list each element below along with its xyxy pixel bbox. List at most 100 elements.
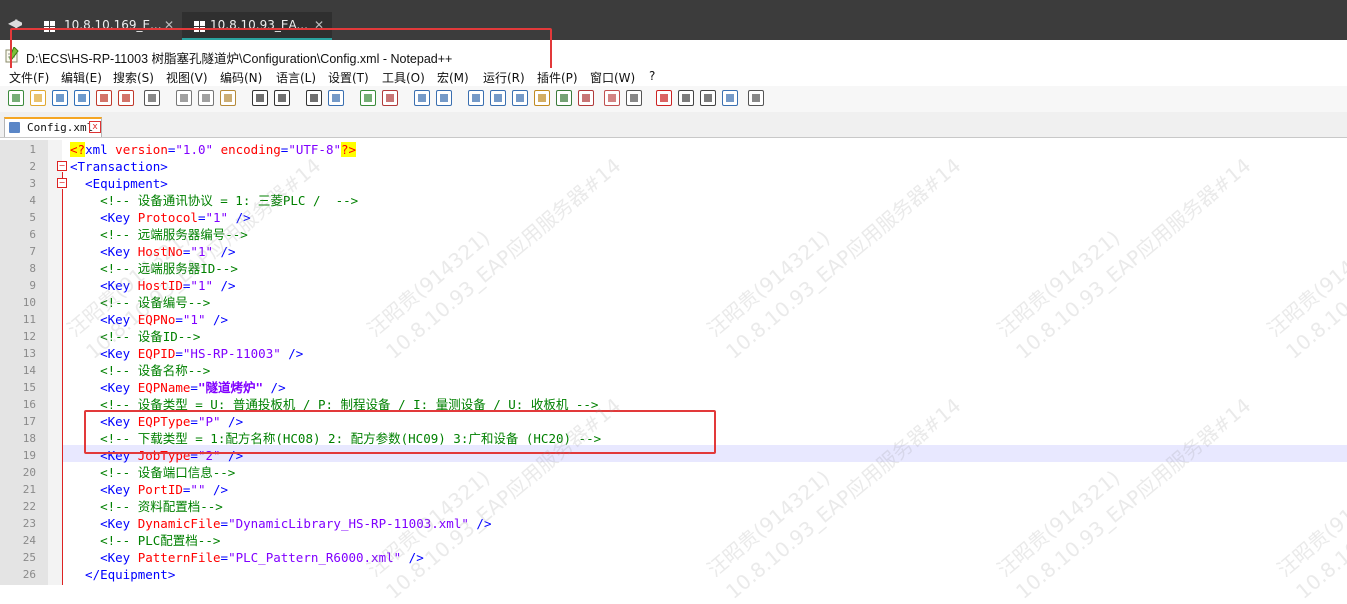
code-token-tag: /> bbox=[213, 244, 236, 259]
code-line[interactable]: <Key DynamicFile="DynamicLibrary_HS-RP-1… bbox=[70, 515, 491, 532]
fold-collapse-icon[interactable]: − bbox=[57, 178, 67, 188]
sync-horizontal-icon[interactable] bbox=[436, 90, 452, 106]
code-line[interactable]: <!-- 设备ID--> bbox=[70, 328, 200, 345]
code-line[interactable]: <!-- 远端服务器ID--> bbox=[70, 260, 238, 277]
find-icon[interactable] bbox=[306, 90, 322, 106]
code-token-tag: <Key bbox=[70, 380, 138, 395]
line-number: 16 bbox=[22, 398, 36, 411]
line-number: 14 bbox=[22, 364, 36, 377]
code-line[interactable]: </Equipment> bbox=[70, 566, 175, 583]
word-wrap-icon[interactable] bbox=[468, 90, 484, 106]
function-list-icon[interactable] bbox=[578, 90, 594, 106]
menu-file[interactable]: 文件(F) bbox=[9, 69, 49, 86]
code-token-pi: ?> bbox=[341, 142, 357, 157]
code-line[interactable]: <Key EQPID="HS-RP-11003" /> bbox=[70, 345, 303, 362]
code-token-val: "PLC_Pattern_R6000.xml" bbox=[228, 550, 402, 565]
code-line[interactable]: <!-- 远端服务器编号--> bbox=[70, 226, 248, 243]
menu-window[interactable]: 窗口(W) bbox=[590, 69, 635, 86]
code-token-attr: encoding bbox=[220, 142, 281, 157]
menu-settings[interactable]: 设置(T) bbox=[328, 69, 369, 86]
code-token-val: "1" bbox=[205, 210, 229, 225]
fold-collapse-icon[interactable]: − bbox=[57, 161, 67, 171]
code-token-attr: version bbox=[115, 142, 168, 157]
undo-icon[interactable] bbox=[252, 90, 268, 106]
code-line[interactable]: <Key HostID="1" /> bbox=[70, 277, 236, 294]
show-all-chars-icon[interactable] bbox=[490, 90, 506, 106]
menu-macro[interactable]: 宏(M) bbox=[437, 69, 469, 86]
menu-plugins[interactable]: 插件(P) bbox=[537, 69, 578, 86]
menu-search[interactable]: 搜索(S) bbox=[113, 69, 154, 86]
line-number: 21 bbox=[22, 483, 36, 496]
monitor-icon[interactable] bbox=[626, 90, 642, 106]
code-token-attr: EQPName bbox=[137, 380, 191, 395]
stop-macro-icon[interactable] bbox=[678, 90, 694, 106]
play-macro-icon[interactable] bbox=[700, 90, 716, 106]
code-token-tag: <Key bbox=[70, 482, 138, 497]
replace-icon[interactable] bbox=[328, 90, 344, 106]
code-token-val: "1.0" bbox=[175, 142, 214, 157]
udl-icon[interactable] bbox=[534, 90, 550, 106]
code-token-com: <!-- 远端服务器ID--> bbox=[70, 261, 238, 276]
menu-view[interactable]: 视图(V) bbox=[166, 69, 208, 86]
line-number: 12 bbox=[22, 330, 36, 343]
code-line[interactable]: <!-- 设备名称--> bbox=[70, 362, 210, 379]
code-line[interactable]: <Key PatternFile="PLC_Pattern_R6000.xml"… bbox=[70, 549, 424, 566]
code-line[interactable]: <Transaction> bbox=[70, 158, 168, 175]
fold-margin[interactable] bbox=[48, 140, 62, 585]
run-macro-multiple-icon[interactable] bbox=[722, 90, 738, 106]
menu-run[interactable]: 运行(R) bbox=[483, 69, 525, 86]
code-token-tag: /> bbox=[213, 278, 236, 293]
close-all-icon[interactable] bbox=[118, 90, 134, 106]
code-token-com: <!-- 设备端口信息--> bbox=[70, 465, 236, 480]
code-line[interactable]: <!-- 设备通讯协议 = 1: 三菱PLC / --> bbox=[70, 192, 358, 209]
menu-edit[interactable]: 编辑(E) bbox=[61, 69, 102, 86]
code-token-tag: <Key bbox=[70, 312, 138, 327]
save-all-icon[interactable] bbox=[74, 90, 90, 106]
redo-icon[interactable] bbox=[274, 90, 290, 106]
close-tab-icon[interactable]: x bbox=[89, 121, 101, 133]
menu-encoding[interactable]: 编码(N) bbox=[220, 69, 262, 86]
save-macro-icon[interactable] bbox=[748, 90, 764, 106]
code-token-tag bbox=[213, 142, 221, 157]
code-line[interactable]: <!-- PLC配置档--> bbox=[70, 532, 220, 549]
code-token-tag: <Key bbox=[70, 550, 138, 565]
menu-help[interactable]: ? bbox=[649, 69, 655, 83]
open-file-icon[interactable] bbox=[30, 90, 46, 106]
code-line[interactable]: <Key EQPName="隧道烤炉" /> bbox=[70, 379, 286, 396]
code-line[interactable]: <!-- 资料配置档--> bbox=[70, 498, 223, 515]
close-icon[interactable] bbox=[96, 90, 112, 106]
tab-config-xml[interactable]: Config.xml x bbox=[4, 117, 102, 137]
menu-tools[interactable]: 工具(O) bbox=[382, 69, 425, 86]
folder-workspace-icon[interactable] bbox=[604, 90, 620, 106]
record-macro-icon[interactable] bbox=[656, 90, 672, 106]
code-token-tag: = bbox=[175, 346, 183, 361]
cut-icon[interactable] bbox=[176, 90, 192, 106]
sync-vertical-icon[interactable] bbox=[414, 90, 430, 106]
copy-icon[interactable] bbox=[198, 90, 214, 106]
code-token-attr: Protocol bbox=[137, 210, 198, 225]
code-line[interactable]: <!-- 设备端口信息--> bbox=[70, 464, 235, 481]
code-line[interactable]: <Key PortID="" /> bbox=[70, 481, 228, 498]
paste-icon[interactable] bbox=[220, 90, 236, 106]
print-icon[interactable] bbox=[144, 90, 160, 106]
menu-language[interactable]: 语言(L) bbox=[276, 69, 316, 86]
line-number: 15 bbox=[22, 381, 36, 394]
code-token-val: "DynamicLibrary_HS-RP-11003.xml" bbox=[228, 516, 469, 531]
code-token-tag: /> bbox=[205, 312, 229, 327]
code-line[interactable]: <?xml version="1.0" encoding="UTF-8"?> bbox=[70, 141, 357, 158]
zoom-out-icon[interactable] bbox=[382, 90, 398, 106]
annotation-highlight-box bbox=[10, 28, 552, 72]
code-line[interactable]: <Key Protocol="1" /> bbox=[70, 209, 251, 226]
code-line[interactable]: <!-- 设备编号--> bbox=[70, 294, 210, 311]
code-token-tag: xml bbox=[85, 142, 116, 157]
save-icon[interactable] bbox=[52, 90, 68, 106]
code-line[interactable]: <Key HostNo="1" /> bbox=[70, 243, 236, 260]
zoom-in-icon[interactable] bbox=[360, 90, 376, 106]
doc-map-icon[interactable] bbox=[556, 90, 572, 106]
indent-guide-icon[interactable] bbox=[512, 90, 528, 106]
code-line[interactable]: <Equipment> bbox=[70, 175, 168, 192]
code-token-tag: <Key bbox=[70, 278, 138, 293]
new-file-icon[interactable] bbox=[8, 90, 24, 106]
code-line[interactable]: <Key EQPNo="1" /> bbox=[70, 311, 228, 328]
code-token-tag: </Equipment> bbox=[70, 567, 176, 582]
